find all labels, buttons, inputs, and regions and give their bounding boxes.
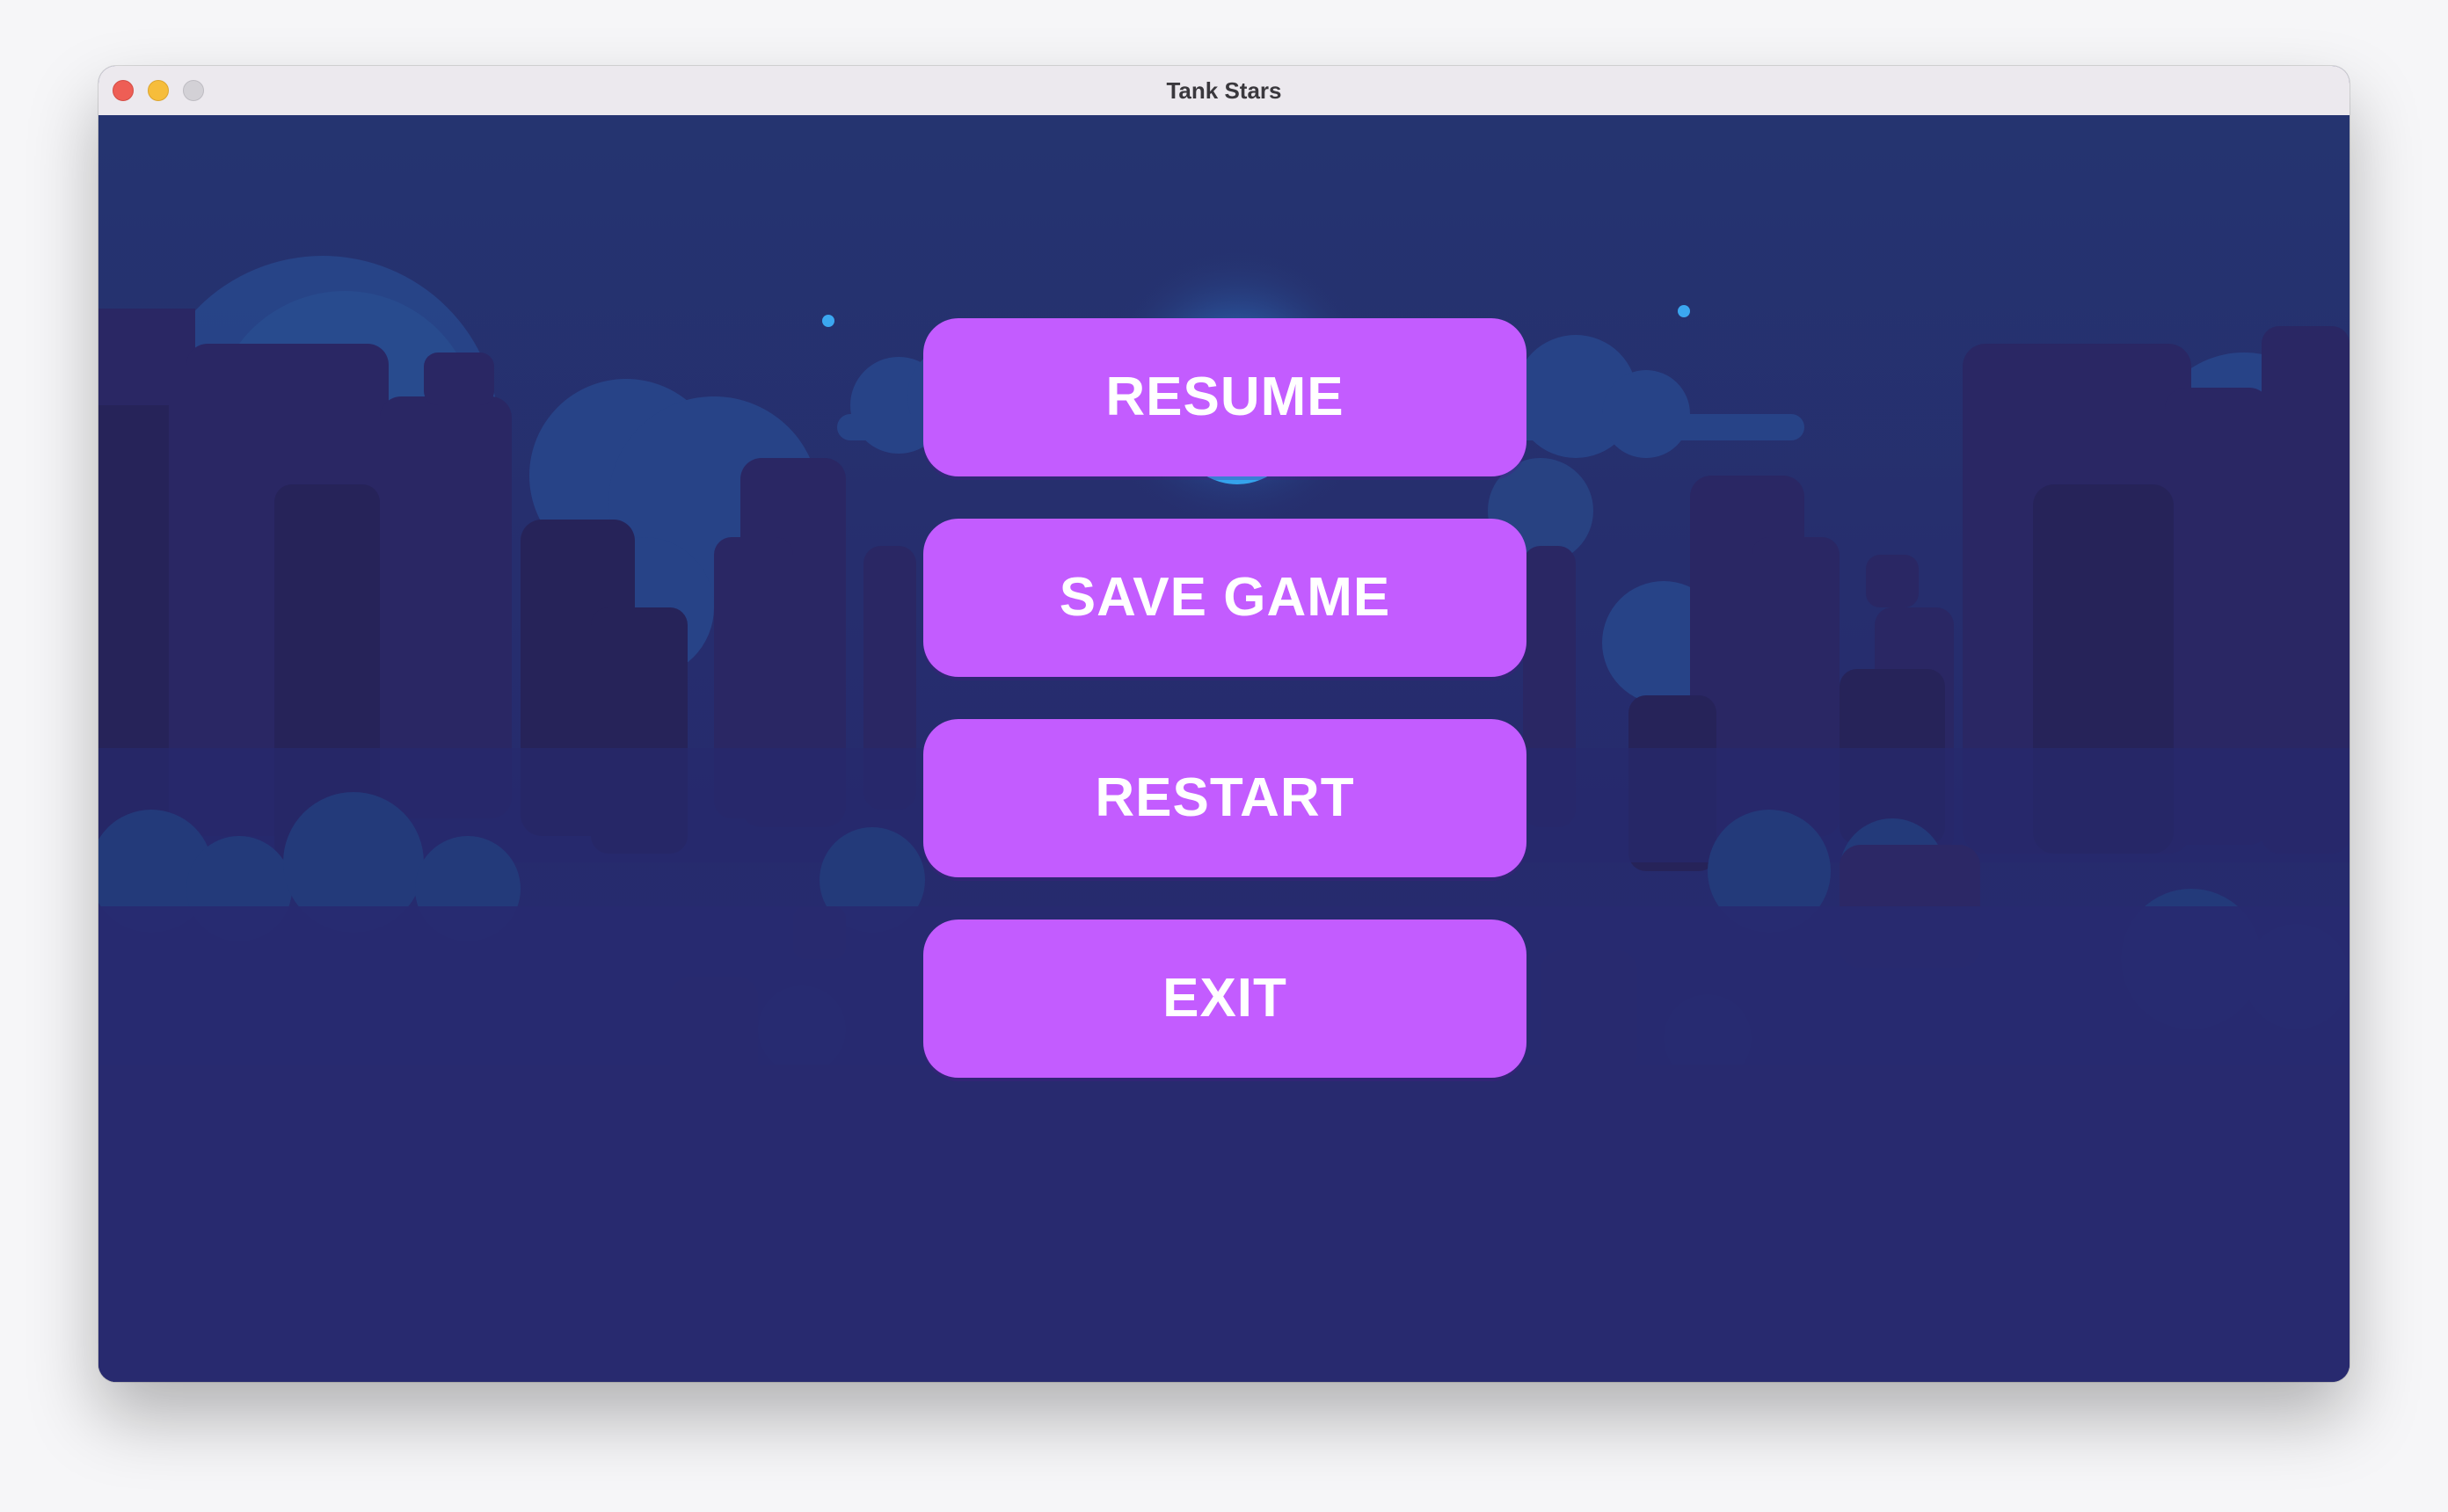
window-title: Tank Stars [1166,77,1282,104]
save-game-button[interactable]: SAVE GAME [923,519,1526,677]
restart-button[interactable]: RESTART [923,719,1526,877]
resume-button[interactable]: RESUME [923,318,1526,476]
game-window: Tank Stars RESUME SAVE GAME RESTART EXIT [98,66,2350,1382]
pause-menu: RESUME SAVE GAME RESTART EXIT [923,318,1526,1120]
title-bar: Tank Stars [98,66,2350,116]
exit-button[interactable]: EXIT [923,920,1526,1078]
